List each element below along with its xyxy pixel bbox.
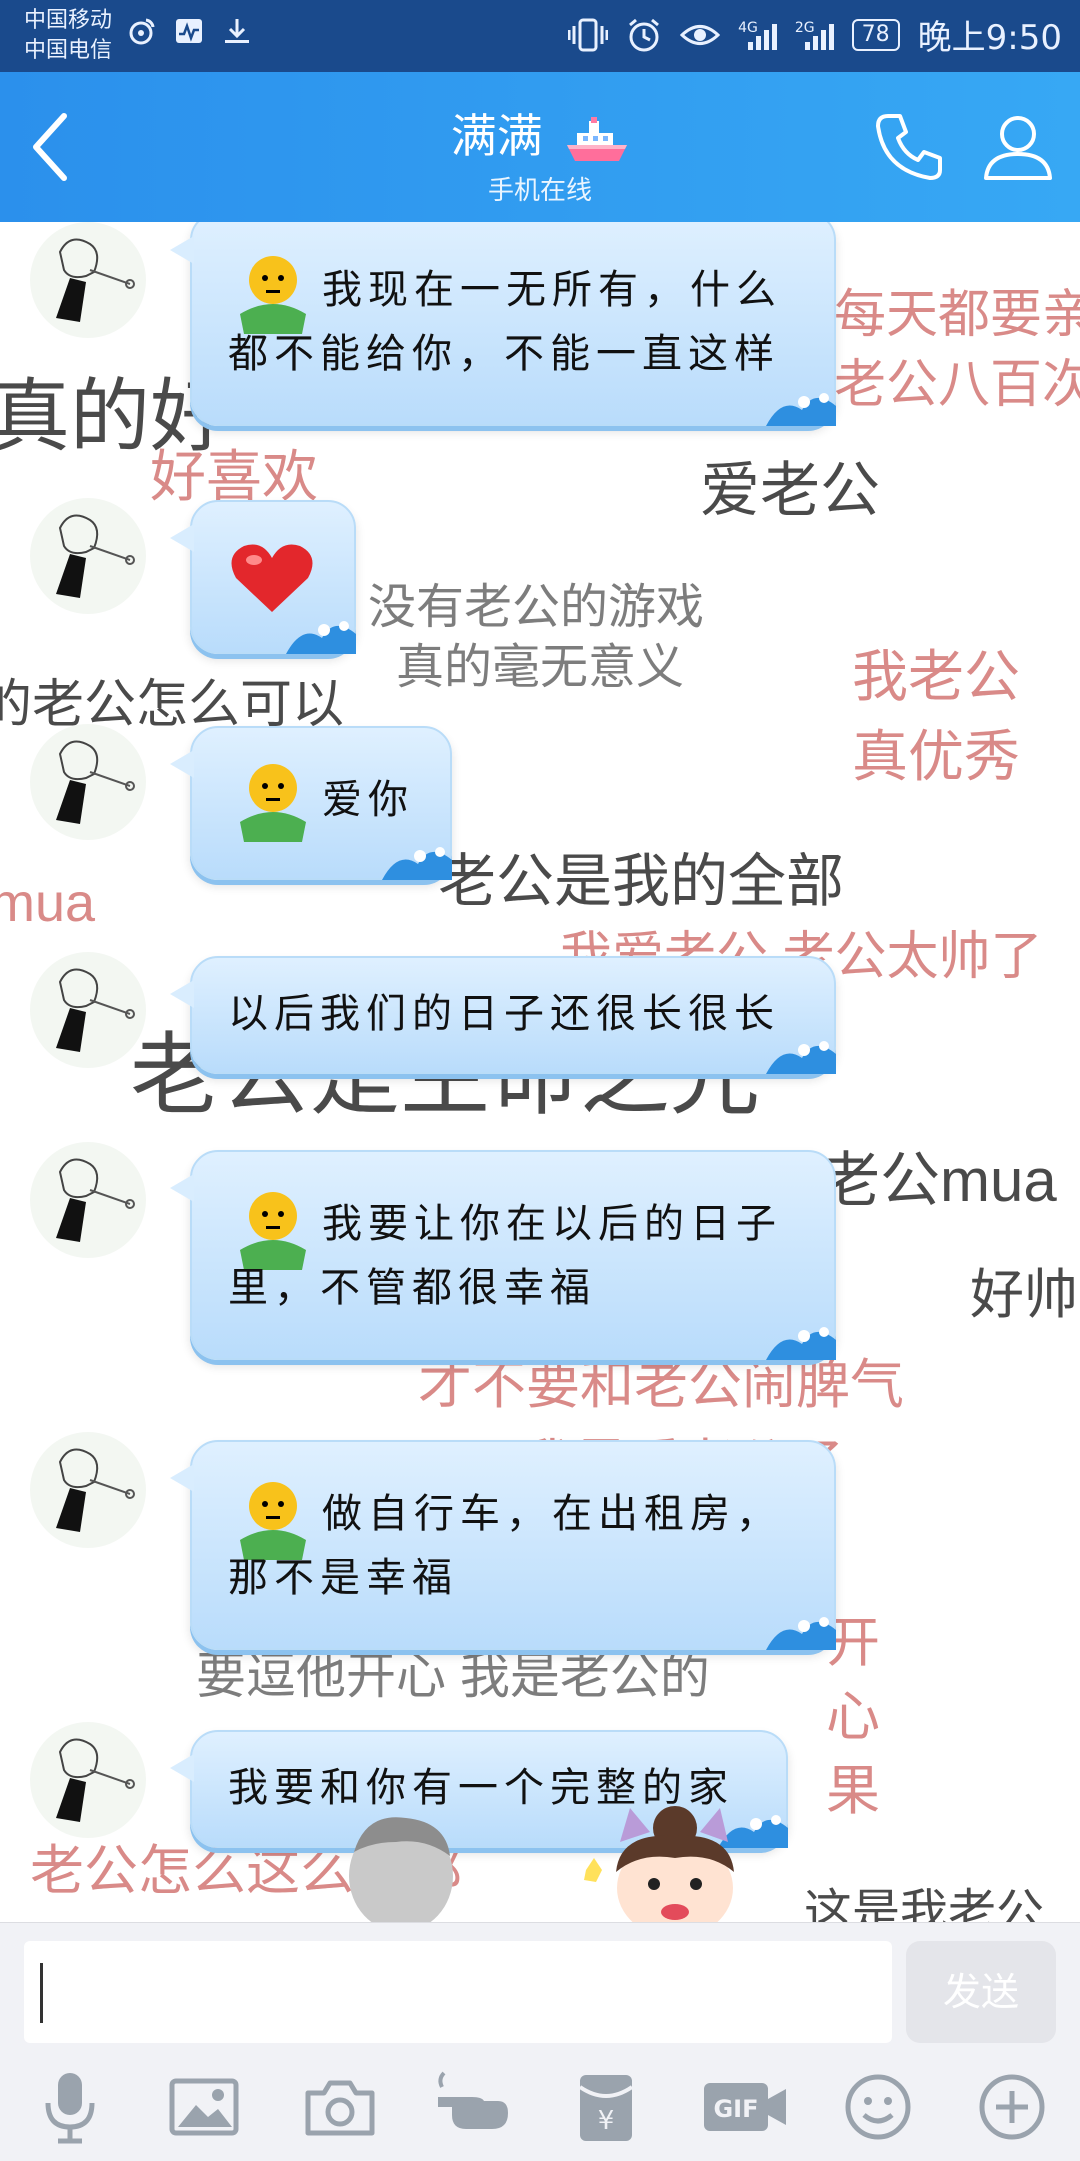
wallpaper-text: 好帅 [970,1265,1078,1325]
wave-decoration-icon [382,847,452,880]
text-caret [40,1963,43,2023]
ship-badge-icon [567,116,628,161]
input-area: 发送 ¥ GIF [0,1922,1080,2161]
wave-decoration-icon [766,1327,836,1360]
message-bubble[interactable]: 爱你 [170,726,452,880]
carrier-labels: 中国移动 中国电信 [24,6,112,66]
message-text: 里，不管都很幸福 [228,1265,596,1311]
cartoon-boy-sticker [349,1817,453,1922]
signal-strength-2-icon [804,20,834,50]
message-text: 那不是幸福 [228,1555,458,1601]
contact-name: 满满 [450,109,543,163]
message-text: 做自行车，在出租房， [322,1491,782,1537]
message-bubble[interactable]: 做自行车，在出租房， 那不是幸福 [170,1440,836,1650]
message-bubble[interactable] [170,500,356,654]
sender-avatar[interactable] [30,498,146,614]
red-packet-icon[interactable]: ¥ [566,2067,646,2147]
message-bubble[interactable]: 我要让你在以后的日子 里，不管都很幸福 [170,1150,836,1360]
wallpaper-text: 我老公 [852,645,1020,708]
wave-decoration-icon [286,621,356,654]
wallpaper-text: mua [0,873,96,933]
poke-hand-icon[interactable] [432,2067,512,2147]
chat-header: 满满 手机在线 [0,72,1080,222]
sender-avatar[interactable] [30,222,146,338]
battery-level: 78 [851,18,900,51]
system-status: 4G 2G 78 晚上9:50 [568,10,1062,59]
wallpaper-text: 真的毫无意义 [396,641,685,694]
alarm-icon [629,18,660,51]
message-text: 都不能给你，不能一直这样 [228,331,780,377]
smiley-guy-emoji-icon [240,764,306,842]
carrier-2: 中国电信 [24,38,113,63]
gif-icon[interactable]: GIF [700,2067,790,2147]
notification-icons [126,16,252,46]
eye-comfort-icon [680,24,721,45]
wallpaper-text: 果 [826,1761,880,1821]
sender-avatar[interactable] [30,1142,146,1258]
gif-label: GIF [713,2095,758,2123]
download-icon [225,19,249,43]
cartoon-girl-sticker [584,1806,734,1922]
status-bar: 中国移动 中国电信 4G 2G 78 晚上9:50 [0,0,1080,72]
camera-icon[interactable] [300,2067,380,2147]
wallpaper-text: 真优秀 [852,725,1020,788]
emoji-face-icon[interactable] [838,2067,918,2147]
message-input[interactable] [24,1941,892,2043]
message-text: 我要让你在以后的日子 [322,1201,782,1247]
wallpaper-text: 老公八百次 [834,356,1080,414]
wallpaper-text: 每天都要亲 [834,286,1080,344]
sender-avatar[interactable] [30,724,146,840]
phone-call-icon[interactable] [870,106,950,186]
message-bubble[interactable]: 以后我们的日子还很长很长 [170,956,836,1074]
wave-decoration-icon [766,393,836,426]
input-toolbar: ¥ GIF [0,2057,1080,2157]
carrier-1: 中国移动 [24,8,113,33]
microphone-icon[interactable] [30,2067,110,2147]
chat-area[interactable]: 每天都要亲 老公八百次 真的好 好喜欢 爱老公 没有老公的游戏 真的毫无意义 我… [0,222,1080,1922]
activity-icon [176,19,202,43]
wallpaper-text: 老公mua [820,1147,1057,1214]
image-picker-icon[interactable] [164,2067,244,2147]
svg-text:¥: ¥ [598,2106,615,2136]
message-text: 爱你 [322,777,414,823]
wave-decoration-icon [766,1041,836,1074]
message-text: 以后我们的日子还很长很长 [228,991,780,1037]
send-button[interactable]: 发送 [906,1941,1056,2043]
wallpaper-text: 这是我老公 [804,1886,1045,1922]
message-text: 我现在一无所有，什么 [322,267,782,313]
weibo-icon [129,18,155,45]
signal-strength-1-icon [747,20,777,50]
vibrate-icon [568,18,609,51]
sender-avatar[interactable] [30,1722,146,1838]
wallpaper-text: 爱老公 [700,457,880,524]
wallpaper-text: 老公是我的全部 [438,849,845,914]
contact-profile-icon[interactable] [978,106,1058,186]
clock: 晚上9:50 [917,18,1062,58]
message-bubble[interactable]: 我现在一无所有，什么 都不能给你，不能一直这样 [170,222,836,426]
more-plus-icon[interactable] [972,2067,1052,2147]
wallpaper-text: 心 [826,1687,880,1747]
wave-decoration-icon [766,1617,836,1650]
red-heart-icon [231,544,313,612]
sender-avatar[interactable] [30,1432,146,1548]
sender-avatar[interactable] [30,952,146,1068]
